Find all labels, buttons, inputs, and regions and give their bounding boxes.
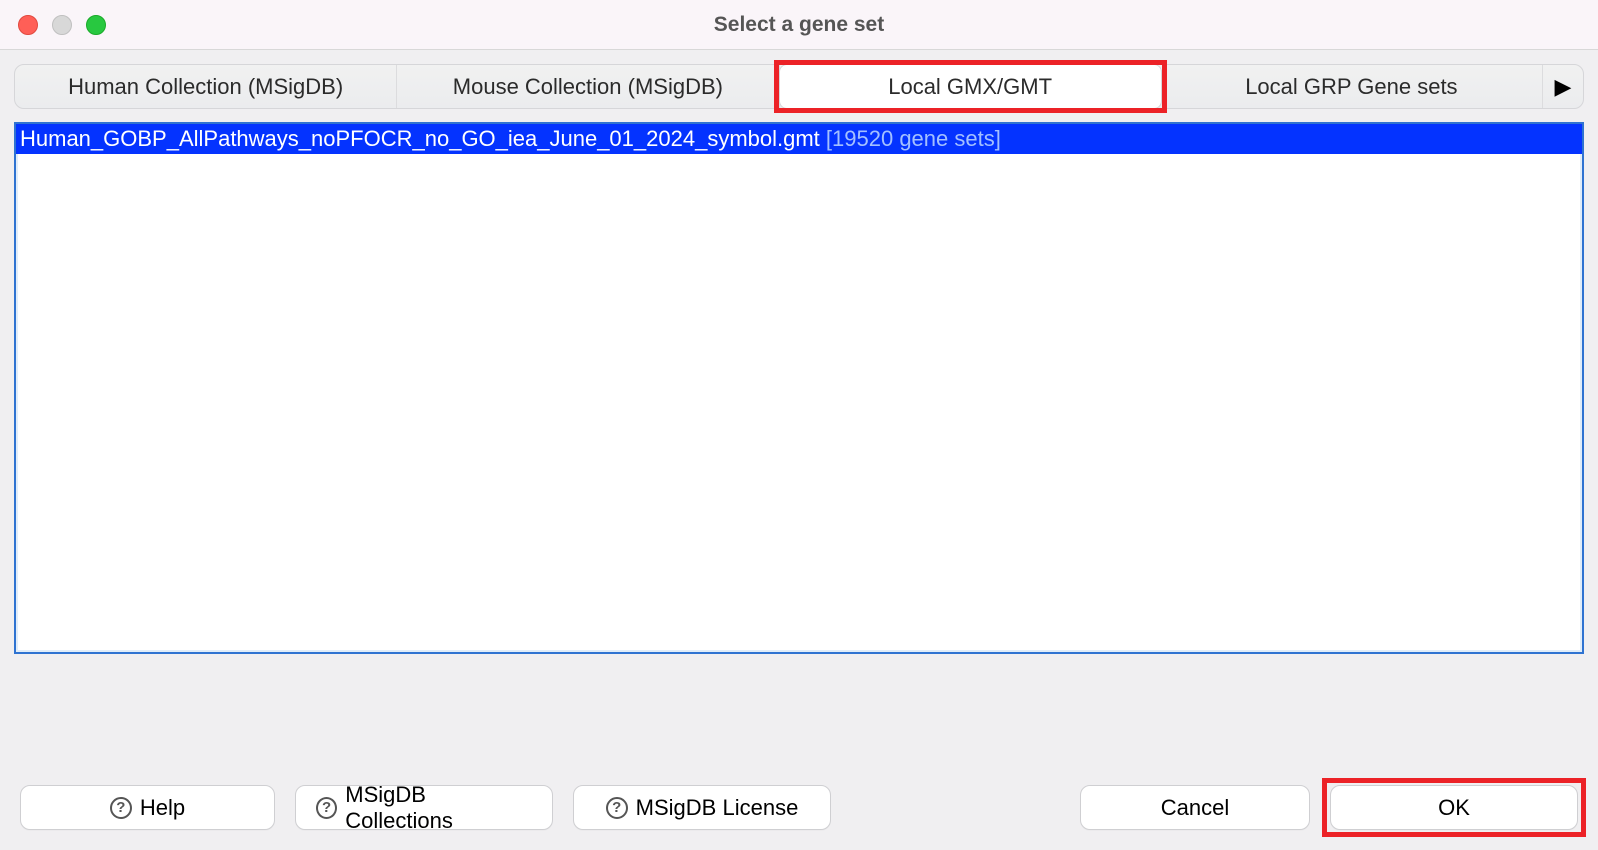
minimize-icon (52, 15, 72, 35)
chevron-right-icon: ▶ (1555, 74, 1572, 100)
question-icon: ? (606, 797, 628, 819)
ok-button-highlight: OK (1330, 785, 1578, 830)
tab-label: Local GMX/GMT (888, 74, 1052, 100)
button-label: Cancel (1161, 795, 1229, 821)
button-label: MSigDB License (636, 795, 799, 821)
dialog-content: Human Collection (MSigDB) Mouse Collecti… (0, 50, 1598, 654)
button-label: MSigDB Collections (345, 782, 532, 834)
button-label: Help (140, 795, 185, 821)
tab-local-gmx-gmt[interactable]: Local GMX/GMT (779, 64, 1162, 109)
gene-set-list[interactable]: Human_GOBP_AllPathways_noPFOCR_no_GO_iea… (14, 122, 1584, 654)
tab-label: Local GRP Gene sets (1245, 74, 1457, 100)
list-item[interactable]: Human_GOBP_AllPathways_noPFOCR_no_GO_iea… (16, 124, 1582, 154)
question-icon: ? (316, 797, 337, 819)
help-button[interactable]: ? Help (20, 785, 275, 830)
tab-overflow-button[interactable]: ▶ (1543, 65, 1583, 108)
zoom-icon[interactable] (86, 15, 106, 35)
tab-human-collection[interactable]: Human Collection (MSigDB) (15, 65, 397, 108)
window-title: Select a gene set (0, 13, 1598, 37)
close-icon[interactable] (18, 15, 38, 35)
tab-local-grp[interactable]: Local GRP Gene sets (1161, 65, 1543, 108)
list-item-filename: Human_GOBP_AllPathways_noPFOCR_no_GO_iea… (20, 126, 820, 151)
msigdb-license-button[interactable]: ? MSigDB License (573, 785, 831, 830)
ok-button[interactable]: OK (1330, 785, 1578, 830)
msigdb-collections-button[interactable]: ? MSigDB Collections (295, 785, 553, 830)
tab-mouse-collection[interactable]: Mouse Collection (MSigDB) (397, 65, 779, 108)
tab-label: Human Collection (MSigDB) (68, 74, 343, 100)
button-label: OK (1438, 795, 1470, 821)
cancel-button[interactable]: Cancel (1080, 785, 1310, 830)
list-item-count: [19520 gene sets] (826, 126, 1001, 151)
window-controls (18, 15, 106, 35)
tab-bar: Human Collection (MSigDB) Mouse Collecti… (14, 64, 1584, 109)
titlebar: Select a gene set (0, 0, 1598, 50)
dialog-footer: ? Help ? MSigDB Collections ? MSigDB Lic… (0, 785, 1598, 830)
question-icon: ? (110, 797, 132, 819)
tab-label: Mouse Collection (MSigDB) (453, 74, 723, 100)
